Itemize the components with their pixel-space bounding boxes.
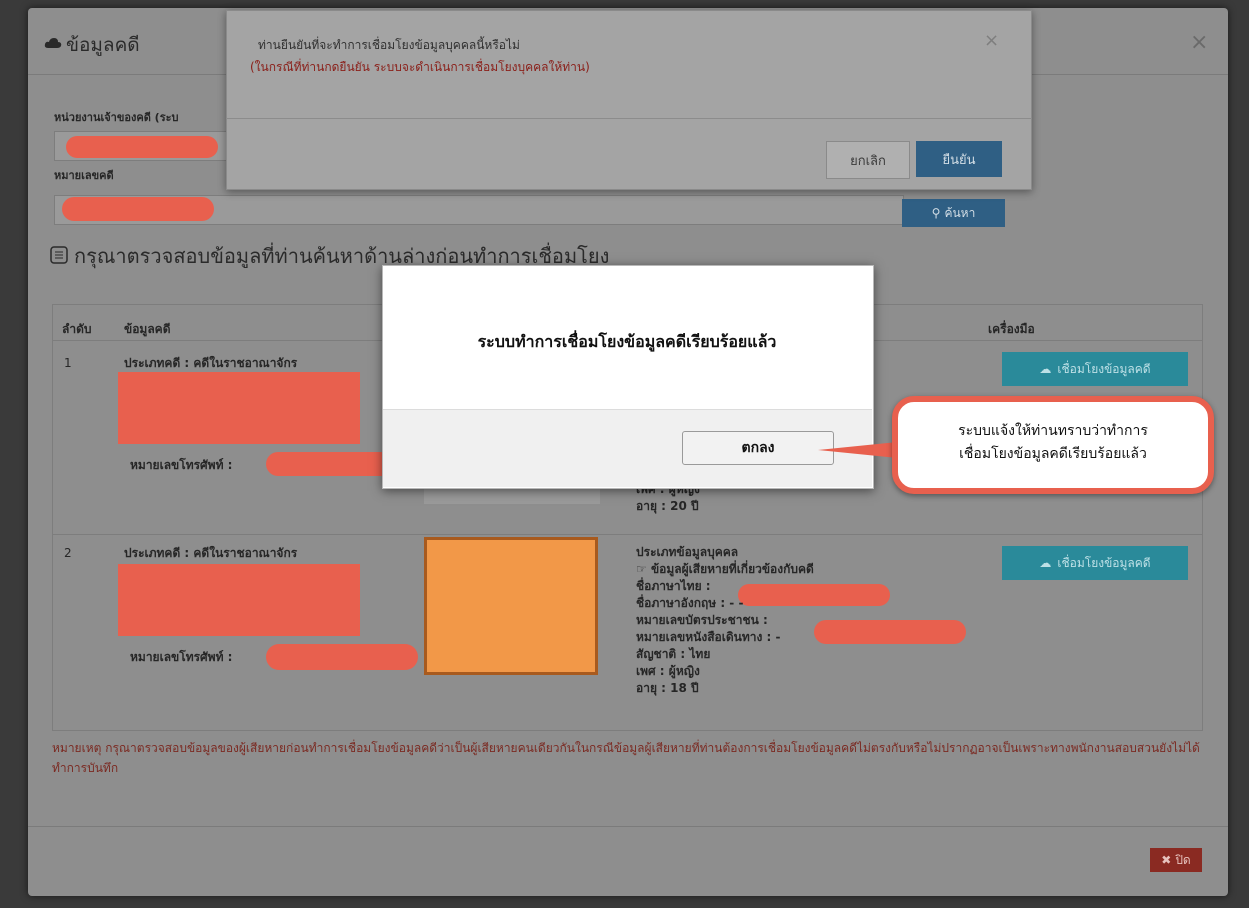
confirm-subtext: (ในกรณีที่ท่านกดยืนยัน ระบบจะดำเนินการเช… [250, 60, 590, 74]
col-header-case: ข้อมูลคดี [124, 322, 171, 336]
confirm-close-icon[interactable]: × [984, 30, 999, 51]
success-message: ระบบทำการเชื่อมโยงข้อมูลคดีเรียบร้อยแล้ว [477, 332, 777, 351]
owner-label: หน่วยงานเจ้าของคดี (ระบ [54, 111, 179, 124]
row-2-no: 2 [64, 546, 72, 560]
search-icon: ⚲ [931, 206, 941, 220]
callout-line-1: ระบบแจ้งให้ท่านทราบว่าทำการ [958, 423, 1148, 439]
redaction [66, 136, 218, 158]
close-icon: ✖ [1161, 853, 1172, 867]
modal-title: ข้อมูลคดี [66, 34, 140, 56]
row-2-thai-name: ชื่อภาษาไทย : [636, 579, 711, 593]
cloud-icon: ☁ [1039, 362, 1052, 376]
row-2-victim-info-label: ข้อมูลผู้เสียหายที่เกี่ยวข้องกับคดี [650, 562, 814, 576]
row-2-id-card: หมายเลขบัตรประชาชน : [636, 613, 768, 627]
row-2-passport: หมายเลขหนังสือเดินทาง : - [636, 630, 781, 644]
row-2-english-name: ชื่อภาษาอังกฤษ : - - [636, 596, 744, 610]
confirm-question: ท่านยืนยันที่จะทำการเชื่อมโยงข้อมูลบุคคล… [258, 38, 520, 52]
row-2-phone-label: หมายเลขโทรศัพท์ : [130, 650, 233, 664]
row-1-age: อายุ : 20 ปี [636, 499, 699, 513]
confirm-divider [226, 118, 1032, 119]
close-button-label: ปิด [1175, 852, 1191, 867]
col-header-tools: เครื่องมือ [988, 322, 1035, 336]
ok-button[interactable]: ตกลง [682, 431, 834, 465]
redaction [62, 197, 214, 221]
search-button[interactable]: ⚲ ค้นหา [902, 199, 1005, 227]
row-2-nationality: สัญชาติ : ไทย [636, 647, 711, 661]
cloud-icon [44, 34, 62, 48]
redaction [118, 564, 360, 636]
cancel-button[interactable]: ยกเลิก [826, 141, 910, 179]
callout-text: ระบบแจ้งให้ท่านทราบว่าทำการ เชื่อมโยงข้อ… [898, 420, 1208, 466]
callout-pointer [818, 442, 898, 458]
row-1-case-type: ประเภทคดี : คดีในราชอาณาจักร [124, 356, 298, 370]
redaction [118, 372, 360, 444]
row-2-case-type: ประเภทคดี : คดีในราชอาณาจักร [124, 546, 298, 560]
row-1-no: 1 [64, 356, 72, 370]
person-photo-placeholder [424, 537, 598, 675]
confirm-button[interactable]: ยืนยัน [916, 141, 1002, 177]
search-button-label: ค้นหา [944, 205, 976, 220]
col-header-no: ลำดับ [62, 322, 92, 336]
link-case-button-1[interactable]: ☁ เชื่อมโยงข้อมูลคดี [1002, 352, 1188, 386]
case-number-label: หมายเลขคดี [54, 169, 114, 182]
modal-close-icon[interactable]: × [1190, 30, 1208, 55]
link-case-button-2[interactable]: ☁ เชื่อมโยงข้อมูลคดี [1002, 546, 1188, 580]
row-divider [52, 534, 1203, 535]
redaction [738, 584, 890, 606]
cloud-icon: ☁ [1039, 556, 1052, 570]
modal-footer-divider [28, 826, 1228, 827]
row-2-person-type: ประเภทข้อมูลบุคคล [636, 545, 739, 559]
redaction [266, 644, 418, 670]
row-1-phone-label: หมายเลขโทรศัพท์ : [130, 458, 233, 472]
checklist-icon [50, 246, 68, 264]
row-2-age: อายุ : 18 ปี [636, 681, 699, 695]
row-2-gender: เพศ : ผู้หญิง [636, 664, 700, 678]
note-text: หมายเหตุ กรุณาตรวจสอบข้อมูลของผู้เสียหาย… [52, 741, 1200, 775]
redaction [814, 620, 966, 644]
link-case-button-label: เชื่อมโยงข้อมูลคดี [1057, 555, 1151, 570]
close-button[interactable]: ✖ ปิด [1150, 848, 1202, 872]
callout-line-2: เชื่อมโยงข้อมูลคดีเรียบร้อยแล้ว [959, 446, 1147, 462]
link-case-button-label: เชื่อมโยงข้อมูลคดี [1057, 361, 1151, 376]
row-2-victim-info: ☞ ข้อมูลผู้เสียหายที่เกี่ยวข้องกับคดี [636, 561, 814, 578]
hand-pointer-icon: ☞ [636, 562, 647, 576]
